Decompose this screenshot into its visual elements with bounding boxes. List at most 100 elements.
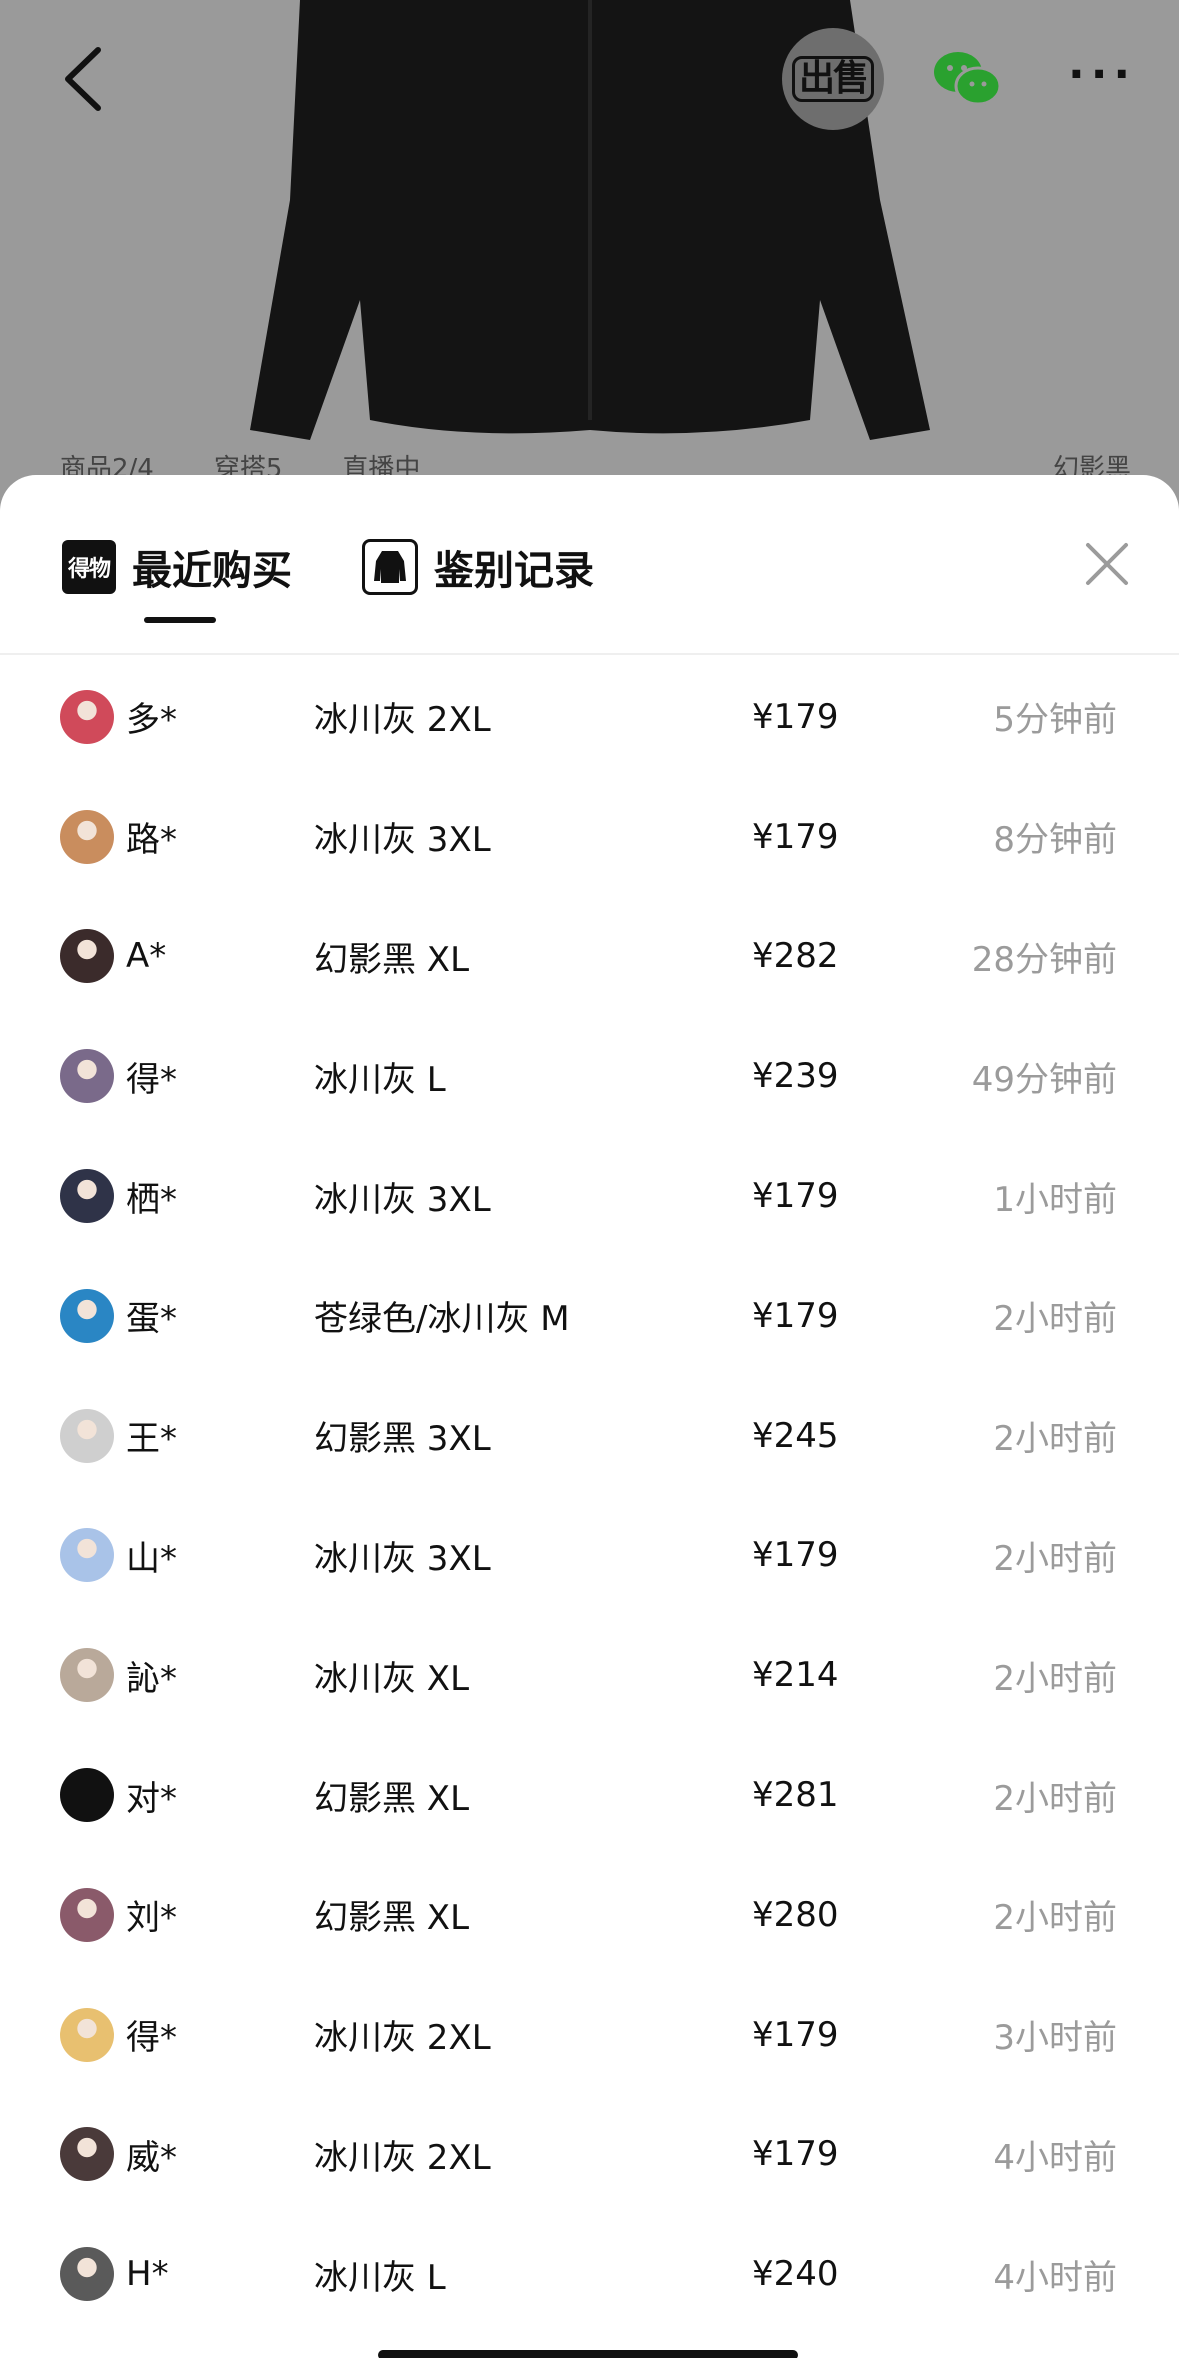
purchase-time: 2小时前 [993, 1778, 1117, 1819]
avatar[interactable] [60, 809, 114, 864]
item-spec: 冰川灰 3XL [314, 1179, 491, 1220]
buyer-name: H* [126, 2254, 169, 2295]
purchase-row: 多* 冰川灰 2XL ¥179 5分钟前 [0, 657, 1179, 777]
buyer-name: 对* [126, 1778, 177, 1819]
item-spec: 冰川灰 L [314, 2257, 446, 2298]
tab-label: 鉴别记录 [434, 548, 594, 594]
item-spec: 幻影黑 XL [314, 939, 470, 980]
buyer-name: 栖* [126, 1179, 177, 1220]
purchase-time: 2小时前 [993, 1898, 1117, 1939]
back-chevron-icon[interactable] [56, 44, 112, 114]
sheet-header: 得物 最近购买 鉴别记录 [0, 475, 1179, 655]
jacket-image [250, 0, 930, 440]
purchase-time: 28分钟前 [971, 939, 1117, 980]
purchase-time: 8分钟前 [993, 820, 1117, 861]
purchase-row: 王* 幻影黑 3XL ¥245 2小时前 [0, 1376, 1179, 1496]
purchase-time: 2小时前 [993, 1419, 1117, 1460]
buyer-name: 多* [126, 700, 177, 741]
buyer-name: 蛋* [126, 1299, 177, 1340]
buyer-name: 得* [126, 2018, 177, 2059]
avatar[interactable] [60, 1288, 114, 1343]
close-icon[interactable] [1082, 539, 1132, 589]
avatar[interactable] [60, 2127, 114, 2182]
item-spec: 冰川灰 2XL [314, 700, 491, 741]
avatar[interactable] [60, 2247, 114, 2302]
item-spec: 幻影黑 XL [314, 1778, 470, 1819]
purchase-list: 多* 冰川灰 2XL ¥179 5分钟前路* 冰川灰 3XL ¥179 8分钟前 A* 幻影黑 … [0, 657, 1179, 2334]
purchase-time: 2小时前 [993, 1658, 1117, 1699]
purchase-time: 5分钟前 [993, 700, 1117, 741]
item-spec: 冰川灰 XL [314, 1658, 470, 1699]
purchase-row: H* 冰川灰 L ¥240 4小时前 [0, 2214, 1179, 2334]
item-spec: 冰川灰 3XL [314, 820, 491, 861]
sell-button[interactable]: 出售 [782, 28, 884, 130]
purchase-time: 3小时前 [993, 2018, 1117, 2059]
item-spec: 冰川灰 2XL [314, 2137, 491, 2178]
active-tab-indicator [144, 617, 216, 623]
item-price: ¥179 [752, 2134, 839, 2175]
purchase-row: 栖* 冰川灰 3XL ¥179 1小时前 [0, 1136, 1179, 1256]
purchase-time: 4小时前 [993, 2257, 1117, 2298]
avatar[interactable] [60, 1768, 114, 1823]
avatar[interactable] [60, 1887, 114, 1942]
item-price: ¥245 [752, 1415, 839, 1456]
item-spec: 冰川灰 3XL [314, 1538, 491, 1579]
avatar[interactable] [60, 1169, 114, 1224]
avatar[interactable] [60, 689, 114, 744]
purchase-row: 刘* 幻影黑 XL ¥280 2小时前 [0, 1855, 1179, 1975]
purchase-time: 49分钟前 [971, 1059, 1117, 1100]
purchase-row: 蛋* 苍绿色/冰川灰 M ¥179 2小时前 [0, 1256, 1179, 1376]
purchase-time: 2小时前 [993, 1299, 1117, 1340]
purchase-time: 1小时前 [993, 1179, 1117, 1220]
home-indicator [378, 2350, 798, 2358]
wechat-icon[interactable] [930, 48, 1002, 108]
avatar[interactable] [60, 1648, 114, 1703]
item-price: ¥281 [752, 1775, 839, 1816]
item-price: ¥179 [752, 1535, 839, 1576]
buyer-name: 路* [126, 820, 177, 861]
purchase-time: 2小时前 [993, 1538, 1117, 1579]
item-spec: 冰川灰 L [314, 1059, 446, 1100]
avatar[interactable] [60, 2007, 114, 2062]
purchase-row: 对* 幻影黑 XL ¥281 2小时前 [0, 1735, 1179, 1855]
item-price: ¥179 [752, 2014, 839, 2055]
purchase-time: 4小时前 [993, 2137, 1117, 2178]
purchase-row: 訫* 冰川灰 XL ¥214 2小时前 [0, 1615, 1179, 1735]
item-price: ¥214 [752, 1655, 839, 1696]
sell-label: 出售 [791, 56, 874, 102]
purchase-row: 得* 冰川灰 L ¥239 49分钟前 [0, 1016, 1179, 1136]
buyer-name: A* [126, 936, 167, 977]
avatar[interactable] [60, 1049, 114, 1104]
item-price: ¥179 [752, 696, 839, 737]
item-spec: 幻影黑 3XL [314, 1419, 491, 1460]
buyer-name: 威* [126, 2137, 177, 2178]
more-icon[interactable]: ··· [1068, 53, 1136, 97]
tab-authentication-records[interactable]: 鉴别记录 [362, 537, 594, 597]
buyer-name: 刘* [126, 1898, 177, 1939]
jacket-thumb-icon [362, 539, 418, 595]
item-price: ¥179 [752, 816, 839, 857]
buyer-name: 山* [126, 1538, 177, 1579]
buyer-name: 得* [126, 1059, 177, 1100]
purchase-row: 路* 冰川灰 3XL ¥179 8分钟前 [0, 777, 1179, 897]
item-price: ¥280 [752, 1894, 839, 1935]
tab-recent-purchases[interactable]: 得物 最近购买 [62, 537, 292, 597]
item-price: ¥179 [752, 1295, 839, 1336]
item-price: ¥240 [752, 2254, 839, 2295]
item-spec: 冰川灰 2XL [314, 2018, 491, 2059]
avatar[interactable] [60, 1528, 114, 1583]
recent-purchases-sheet: 得物 最近购买 鉴别记录 多* 冰川灰 2XL ¥179 5分钟前路* 冰川灰 3XL ¥… [0, 475, 1179, 2358]
tab-label: 最近购买 [132, 548, 292, 594]
avatar[interactable] [60, 929, 114, 984]
avatar[interactable] [60, 1408, 114, 1463]
buyer-name: 訫* [126, 1658, 177, 1699]
item-price: ¥239 [752, 1056, 839, 1097]
purchase-row: A* 幻影黑 XL ¥282 28分钟前 [0, 897, 1179, 1017]
item-spec: 幻影黑 XL [314, 1898, 470, 1939]
purchase-row: 威* 冰川灰 2XL ¥179 4小时前 [0, 2095, 1179, 2215]
item-price: ¥179 [752, 1176, 839, 1217]
purchase-row: 山* 冰川灰 3XL ¥179 2小时前 [0, 1496, 1179, 1616]
product-page-background: 出售 ··· 商品2/4 穿搭5 直播中 幻影黑 [0, 0, 1179, 520]
item-spec: 苍绿色/冰川灰 M [314, 1299, 570, 1340]
dewu-logo-icon: 得物 [62, 540, 116, 594]
